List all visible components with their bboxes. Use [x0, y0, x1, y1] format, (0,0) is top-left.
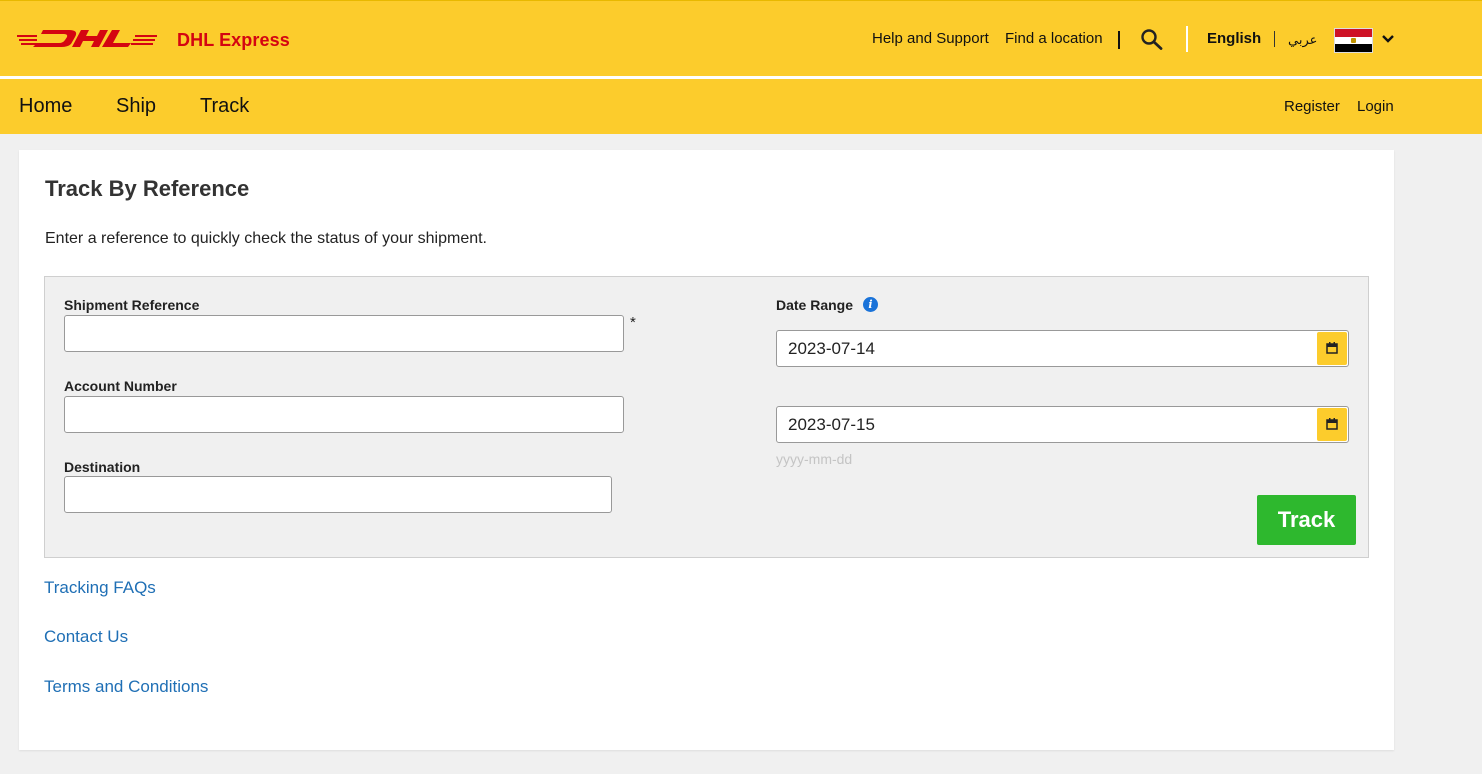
language-arabic[interactable]: عربي [1288, 32, 1317, 48]
login-link[interactable]: Login [1357, 98, 1394, 115]
calendar-from-button[interactable] [1317, 332, 1347, 365]
destination-input[interactable] [64, 476, 612, 513]
brand-name: DHL Express [177, 30, 290, 50]
search-icon[interactable] [1140, 28, 1164, 50]
date-range-label: Date Range [776, 297, 854, 313]
main-nav: Home Ship Track Register Login [0, 79, 1482, 134]
language-english[interactable]: English [1207, 30, 1261, 47]
required-marker: * [630, 314, 636, 331]
header-divider [1186, 26, 1188, 52]
egypt-flag-icon[interactable] [1334, 28, 1373, 53]
shipment-reference-input[interactable] [64, 315, 624, 352]
page-intro: Enter a reference to quickly check the s… [45, 230, 487, 247]
nav-home[interactable]: Home [19, 95, 72, 118]
terms-conditions-link[interactable]: Terms and Conditions [44, 677, 208, 697]
calendar-icon [1326, 342, 1338, 354]
dhl-logo[interactable] [17, 27, 159, 49]
tracking-form: Shipment Reference * Account Number Dest… [44, 276, 1369, 558]
register-link[interactable]: Register [1284, 98, 1340, 115]
help-support-link[interactable]: Help and Support [872, 30, 989, 47]
date-to-field[interactable]: 2023-07-15 [776, 406, 1349, 443]
calendar-to-button[interactable] [1317, 408, 1347, 441]
language-divider [1274, 31, 1275, 47]
top-header: DHL Express Help and Support Find a loca… [0, 0, 1482, 76]
account-number-input[interactable] [64, 396, 624, 433]
find-location-link[interactable]: Find a location [1005, 30, 1103, 47]
date-from-value: 2023-07-14 [788, 339, 875, 358]
shipment-reference-label: Shipment Reference [64, 297, 200, 313]
calendar-icon [1326, 418, 1338, 430]
nav-ship[interactable]: Ship [116, 95, 156, 118]
date-from-field[interactable]: 2023-07-14 [776, 330, 1349, 367]
account-number-label: Account Number [64, 378, 177, 394]
track-by-reference-card: Track By Reference Enter a reference to … [19, 150, 1394, 750]
contact-us-link[interactable]: Contact Us [44, 627, 128, 647]
page-title: Track By Reference [45, 176, 250, 201]
chevron-down-icon[interactable] [1380, 31, 1396, 47]
info-icon[interactable]: i [863, 297, 878, 312]
header-divider [1118, 31, 1120, 49]
track-button[interactable]: Track [1257, 495, 1356, 545]
destination-label: Destination [64, 459, 141, 475]
tracking-faqs-link[interactable]: Tracking FAQs [44, 578, 156, 598]
date-format-hint: yyyy-mm-dd [776, 451, 853, 467]
date-to-value: 2023-07-15 [788, 415, 875, 434]
nav-track[interactable]: Track [200, 95, 249, 118]
